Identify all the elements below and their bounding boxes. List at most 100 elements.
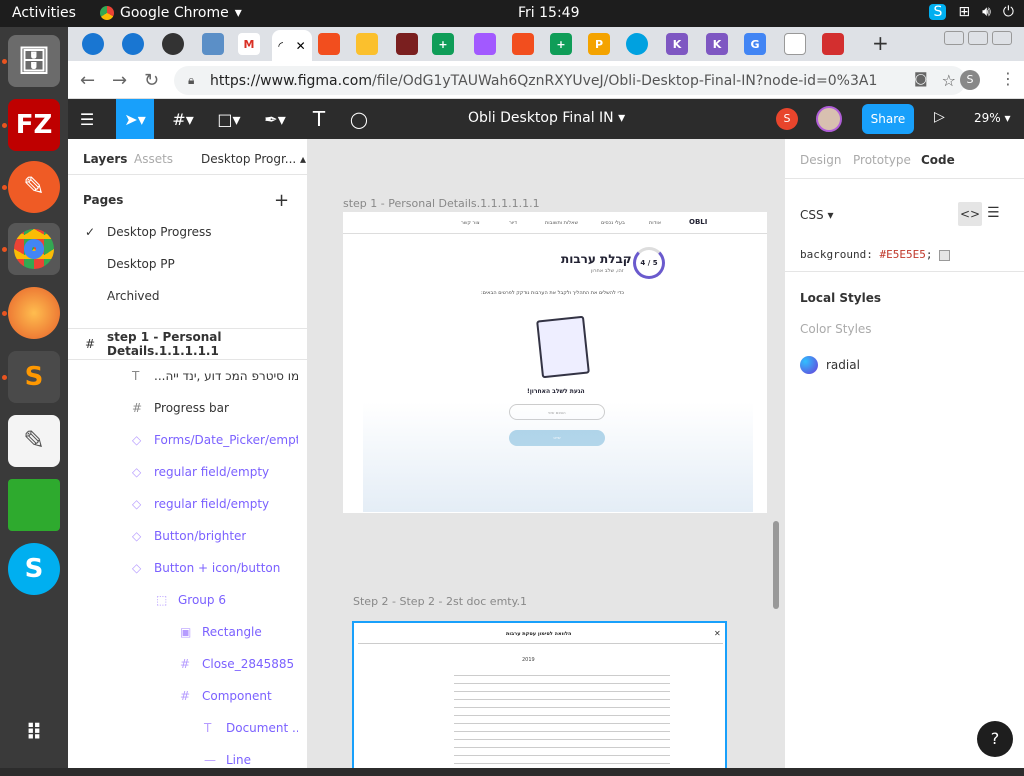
tab-icon[interactable] — [822, 33, 844, 55]
layer-item[interactable]: ▣ Rectangle — [68, 616, 307, 648]
layer-item[interactable]: — Line — [68, 744, 307, 776]
tab-icon[interactable]: + — [432, 33, 454, 55]
tab-icon[interactable] — [396, 33, 418, 55]
tab-icon[interactable]: K — [706, 33, 728, 55]
volume-icon[interactable]: 🔊︎ — [982, 4, 991, 20]
skype-tray-icon[interactable]: S — [929, 4, 947, 20]
reload-icon[interactable]: ↻ — [144, 70, 159, 91]
figma-tab-icon[interactable] — [512, 33, 534, 55]
rectangle-tool-icon[interactable]: □▾ — [210, 99, 248, 139]
tab-icon[interactable]: K — [666, 33, 688, 55]
code-view-icon[interactable]: <> — [958, 202, 982, 226]
activities-button[interactable]: Activities — [12, 5, 76, 21]
show-apps-icon[interactable]: ⠿ — [8, 707, 60, 759]
close-tab-icon[interactable]: ✕ — [296, 39, 306, 53]
tab-icon[interactable]: P — [588, 33, 610, 55]
layer-item[interactable]: # Close_2845885 — [68, 648, 307, 680]
text-editor-icon[interactable]: ✎ — [8, 415, 60, 467]
filezilla-icon[interactable]: FZ — [8, 99, 60, 151]
clock[interactable]: Fri 15:49 — [518, 5, 579, 21]
canvas-scrollbar[interactable] — [773, 521, 779, 609]
firefox-icon[interactable] — [8, 287, 60, 339]
new-tab-button[interactable]: + — [872, 31, 889, 55]
layer-item[interactable]: ⬚ Group 6 — [68, 584, 307, 616]
frame-layer[interactable]: # step 1 - Personal Details.1.1.1.1.1 — [68, 328, 307, 360]
frame-step1[interactable]: צור קשר דיור שאלות ותשובות בעלי נכסים או… — [343, 212, 767, 513]
tab-icon[interactable] — [202, 33, 224, 55]
url-bar[interactable]: 🔒︎ https://www.figma.com/file/OdG1yTAUWah… — [174, 66, 966, 95]
layer-item[interactable]: ◇ Button/brighter — [68, 520, 307, 552]
figma-tab-icon[interactable] — [318, 33, 340, 55]
layer-item[interactable]: T Document ... — [68, 712, 307, 744]
layer-item[interactable]: ◇ Forms/Date_Picker/empty — [68, 424, 307, 456]
frame-tool-icon[interactable]: #▾ — [164, 99, 202, 139]
tab-icon[interactable] — [162, 33, 184, 55]
close-window-icon[interactable] — [992, 31, 1012, 45]
postman-icon[interactable]: ✎ — [8, 161, 60, 213]
color-swatch[interactable] — [939, 249, 951, 261]
text-tool-icon[interactable]: T — [302, 99, 336, 139]
canvas[interactable]: step 1 - Personal Details.1.1.1.1.1.1 צו… — [308, 139, 784, 768]
menu-dots-icon[interactable]: ⋮ — [1000, 69, 1016, 88]
tab-icon[interactable] — [82, 33, 104, 55]
style-item-radial[interactable]: radial — [800, 356, 860, 374]
page-item[interactable]: Archived — [68, 280, 307, 312]
tab-code[interactable]: Code — [921, 153, 955, 167]
code-language-dropdown[interactable]: CSS ▾ — [800, 208, 833, 222]
zoom-control[interactable]: 29% ▾ — [974, 111, 1011, 125]
translate-tab-icon[interactable]: G — [744, 33, 766, 55]
camera-icon[interactable]: ◙ — [914, 71, 928, 87]
obli-logo[interactable]: OBLI — [689, 218, 707, 226]
sublime-text-icon[interactable]: S — [8, 351, 60, 403]
file-manager-icon[interactable]: 🗄︎ — [8, 35, 60, 87]
figma-tab-icon[interactable] — [474, 33, 496, 55]
salesforce-tab-icon[interactable] — [626, 33, 648, 55]
app-menu[interactable]: Google Chrome ▾ — [100, 5, 242, 21]
layer-item[interactable]: ◇ regular field/empty — [68, 488, 307, 520]
present-play-icon[interactable]: ▷ — [934, 109, 945, 125]
list-view-icon[interactable]: ☰ — [987, 205, 1000, 221]
page-dropdown[interactable]: Desktop Progr... ▴ — [201, 152, 306, 166]
page-item[interactable]: Desktop PP — [68, 248, 307, 280]
gmail-tab-icon[interactable]: M — [238, 33, 260, 55]
power-icon[interactable]: ⏻ — [1003, 4, 1014, 20]
tab-layers[interactable]: Layers — [83, 152, 127, 166]
back-icon[interactable]: ← — [80, 70, 95, 91]
forward-icon[interactable]: → — [112, 70, 127, 91]
layer-item[interactable]: T ...קתמו סיטרפ המכ דוע ,ינד ייה — [68, 360, 307, 392]
file-title[interactable]: Obli Desktop Final IN ▾ — [468, 110, 625, 126]
chrome-dock-icon[interactable] — [8, 223, 60, 275]
active-tab[interactable]: ◜ ✕ — [272, 30, 312, 61]
layer-item[interactable]: # Component — [68, 680, 307, 712]
network-icon[interactable]: ⊞ — [958, 4, 970, 20]
add-page-icon[interactable]: + — [274, 190, 289, 211]
help-button[interactable]: ? — [977, 721, 1013, 757]
maximize-icon[interactable] — [968, 31, 988, 45]
layer-item[interactable]: # Progress bar — [68, 392, 307, 424]
tab-icon[interactable] — [122, 33, 144, 55]
user-photo-avatar[interactable] — [816, 106, 842, 132]
skype-dock-icon[interactable]: S — [8, 543, 60, 595]
tab-icon[interactable] — [356, 33, 378, 55]
pen-tool-icon[interactable]: ✒▾ — [256, 99, 294, 139]
page-item[interactable]: ✓ Desktop Progress — [68, 216, 307, 248]
comment-tool-icon[interactable]: ◯ — [342, 99, 376, 139]
bookmark-star-icon[interactable]: ☆ — [942, 71, 956, 90]
minimize-icon[interactable] — [944, 31, 964, 45]
share-button[interactable]: Share — [862, 104, 914, 134]
close-icon[interactable]: ✕ — [714, 629, 721, 638]
frame-label[interactable]: step 1 - Personal Details.1.1.1.1.1.1 — [343, 197, 540, 210]
system-tray[interactable]: S ⊞ 🔊︎ ⏻ — [929, 4, 1014, 20]
profile-avatar[interactable]: S — [960, 70, 980, 90]
pipe-app-icon[interactable] — [8, 479, 60, 531]
frame-step2[interactable]: הלוואה לסימון עסקת ערבות ✕ 2019 — [352, 621, 727, 768]
move-tool-icon[interactable]: ➤▾ — [116, 99, 154, 139]
user-avatar[interactable]: S — [776, 108, 798, 130]
tab-design[interactable]: Design — [800, 153, 841, 167]
tab-assets[interactable]: Assets — [134, 152, 173, 166]
layer-item[interactable]: ◇ Button + icon/button — [68, 552, 307, 584]
layer-item[interactable]: ◇ regular field/empty — [68, 456, 307, 488]
frame-label[interactable]: Step 2 - Step 2 - 2st doc emty.1 — [353, 595, 527, 608]
tab-icon[interactable]: + — [550, 33, 572, 55]
window-controls[interactable] — [944, 31, 1012, 45]
